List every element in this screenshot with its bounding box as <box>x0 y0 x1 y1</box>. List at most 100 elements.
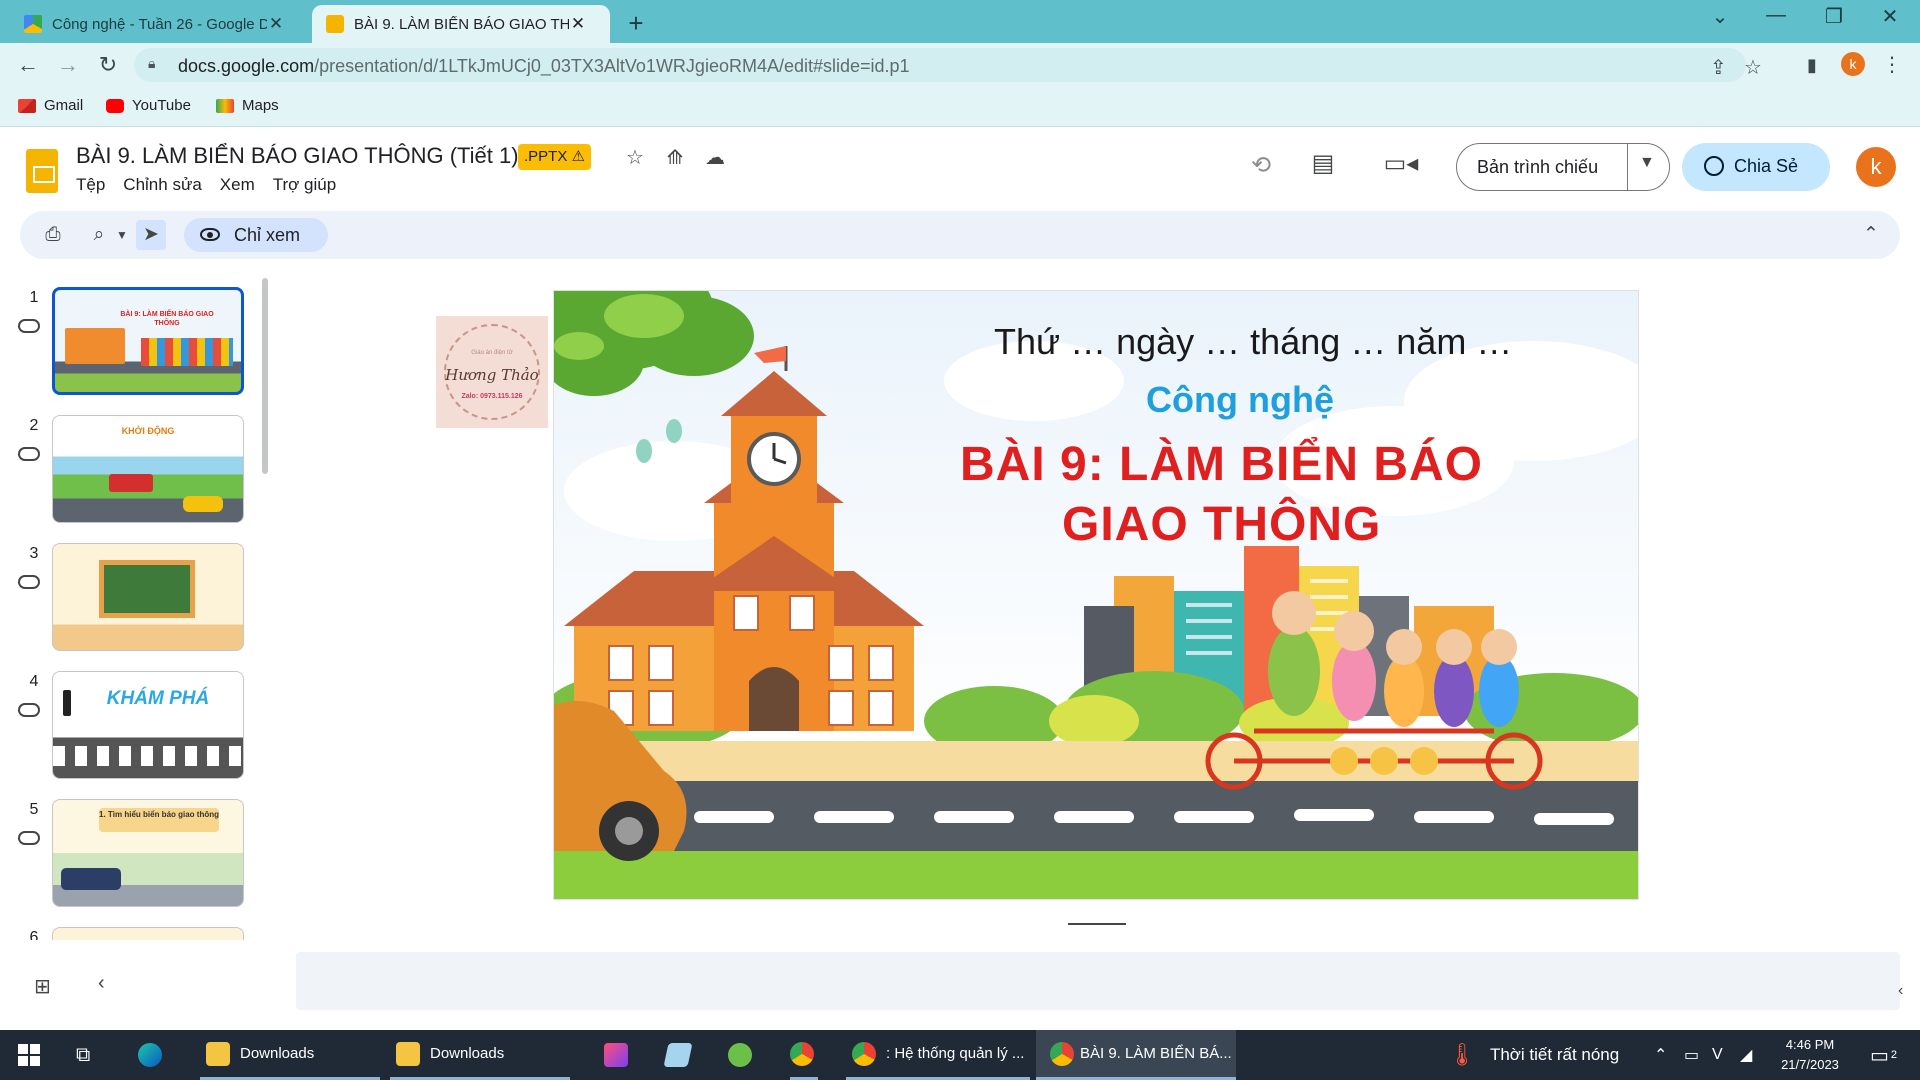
notifications-icon[interactable]: ▭ 2 <box>1870 1030 1897 1080</box>
close-tab-icon[interactable]: ✕ <box>267 14 285 34</box>
windows-taskbar: ⧉ Downloads Downloads : Hệ thống quản lý… <box>0 1030 1920 1080</box>
side-panel-icon[interactable]: ▮ <box>1796 49 1828 81</box>
folder-icon <box>396 1041 420 1066</box>
bookmark-maps[interactable]: Maps <box>216 97 279 114</box>
more-menu-icon[interactable]: ⋮ <box>1876 49 1908 81</box>
link-icon <box>18 319 40 333</box>
share-button[interactable]: Chia Sẻ <box>1682 143 1830 191</box>
bookmark-youtube[interactable]: YouTube <box>106 97 191 114</box>
taskbar-downloads-1[interactable]: Downloads <box>200 1030 380 1080</box>
pptx-format-badge[interactable]: .PPTX ⚠ <box>518 144 591 170</box>
browser-tab-strip: Công nghệ - Tuần 26 - Google Dr ✕ BÀI 9.… <box>0 0 1920 43</box>
new-tab-button[interactable]: + <box>620 8 652 39</box>
back-arrow-icon[interactable]: ← <box>12 49 44 81</box>
folder-icon <box>206 1041 230 1066</box>
link-icon <box>18 703 40 717</box>
gmail-icon <box>18 98 36 113</box>
collapse-filmstrip-icon[interactable]: ‹ <box>98 972 105 995</box>
version-history-icon[interactable]: ⟲ <box>1246 151 1276 180</box>
current-slide[interactable]: Thứ … ngày … tháng … năm … Công nghệ BÀI… <box>553 290 1639 900</box>
menu-help[interactable]: Trợ giúp <box>273 175 336 195</box>
star-icon[interactable]: ☆ <box>620 145 650 170</box>
filmstrip-slide-2[interactable]: 2 KHỞI ĐỘNG <box>0 403 270 531</box>
filmstrip-scrollbar[interactable] <box>262 278 268 474</box>
reload-icon[interactable]: ↻ <box>92 49 124 81</box>
slide-thumbnail[interactable] <box>52 543 244 651</box>
weather-widget[interactable]: 🌡︎ Thời tiết rất nóng <box>1448 1030 1619 1080</box>
network-icon[interactable]: ◢ <box>1740 1030 1752 1080</box>
slide-date-line: Thứ … ngày … tháng … năm … <box>994 321 1513 362</box>
slide-filmstrip: 1 BÀI 9: LÀM BIỂN BÁO GIAO THÔNG 2 KHỞI … <box>0 275 270 940</box>
slide-title-line-1: BÀI 9: LÀM BIỂN BÁO <box>960 438 1483 491</box>
bookmarks-bar: Gmail YouTube Maps <box>0 87 1920 127</box>
select-pointer-icon[interactable]: ➤ <box>136 220 166 250</box>
slide-thumbnail[interactable] <box>52 927 244 940</box>
close-tab-icon[interactable]: ✕ <box>569 14 587 34</box>
browser-profile-avatar[interactable]: k <box>1841 52 1865 76</box>
document-title[interactable]: BÀI 9. LÀM BIỂN BÁO GIAO THÔNG (Tiết 1) <box>76 143 519 169</box>
collapse-toolbar-icon[interactable]: ⌃ <box>1856 220 1886 250</box>
chrome-icon[interactable] <box>790 1030 818 1080</box>
menu-view[interactable]: Xem <box>220 175 255 195</box>
slide-thumbnail[interactable]: BÀI 9: LÀM BIỂN BÁO GIAO THÔNG <box>52 287 244 395</box>
restore-icon[interactable]: ❐ <box>1814 4 1854 29</box>
menu-bar: Tệp Chỉnh sửa Xem Trợ giúp <box>76 175 354 195</box>
filmstrip-slide-1[interactable]: 1 BÀI 9: LÀM BIỂN BÁO GIAO THÔNG <box>0 275 270 403</box>
system-clock[interactable]: 4:46 PM 21/7/2023 <box>1772 1035 1848 1075</box>
creative-cloud-icon[interactable] <box>604 1030 628 1080</box>
notes-app-icon[interactable] <box>663 1030 693 1080</box>
close-window-icon[interactable]: ✕ <box>1870 4 1910 29</box>
menu-edit[interactable]: Chỉnh sửa <box>123 175 201 195</box>
tab-bai-9-slides[interactable]: BÀI 9. LÀM BIỂN BÁO GIAO THÔN ✕ <box>312 5 610 43</box>
url-input[interactable]: 🔒︎ docs.google.com/presentation/d/1LTkJm… <box>134 48 1762 82</box>
battery-icon[interactable]: ▭ <box>1684 1030 1699 1080</box>
filmstrip-slide-5[interactable]: 5 1. Tìm hiểu biển báo giao thông <box>0 787 270 915</box>
zoom-caret-icon[interactable]: ▼ <box>114 220 130 250</box>
cloud-status-icon[interactable]: ☁ <box>700 145 730 170</box>
thermometer-icon: 🌡︎ <box>1448 1042 1476 1067</box>
tab-cong-nghe-drive[interactable]: Công nghệ - Tuần 26 - Google Dr ✕ <box>10 5 310 43</box>
input-method-icon[interactable]: V <box>1712 1030 1723 1080</box>
task-view-icon[interactable]: ⧉ <box>76 1030 90 1080</box>
windows-start-icon[interactable] <box>18 1030 42 1080</box>
slide-thumbnail[interactable]: KHỞI ĐỘNG <box>52 415 244 523</box>
taskbar-downloads-2[interactable]: Downloads <box>390 1030 570 1080</box>
eye-icon <box>200 228 220 241</box>
notes-resize-handle[interactable] <box>1068 923 1126 925</box>
move-to-drive-icon[interactable]: ⟰ <box>660 145 690 170</box>
grid-view-icon[interactable]: ⊞ <box>34 974 51 999</box>
slide-thumbnail[interactable]: KHÁM PHÁ <box>52 671 244 779</box>
expand-side-panel-icon[interactable]: ‹ <box>1898 982 1903 1000</box>
taskbar-chrome-he-thong[interactable]: : Hệ thống quản lý ... <box>846 1030 1030 1080</box>
menu-file[interactable]: Tệp <box>76 175 105 195</box>
tab-search-chevron-icon[interactable]: ⌄ <box>1700 4 1740 29</box>
view-only-chip[interactable]: Chỉ xem <box>184 218 328 252</box>
taskbar-chrome-bai-9[interactable]: BÀI 9. LÀM BIỂN BÁ... <box>1036 1030 1236 1080</box>
google-slides-icon <box>326 15 344 33</box>
slide-thumbnail[interactable]: 1. Tìm hiểu biển báo giao thông <box>52 799 244 907</box>
minimize-icon[interactable]: — <box>1756 4 1796 27</box>
editor-toolbar: ⎙ ⌕ ▼ ➤ Chỉ xem ⌃ <box>20 211 1900 259</box>
slides-logo-icon[interactable] <box>26 149 58 193</box>
filmstrip-slide-6[interactable]: 6 <box>0 915 270 940</box>
filmstrip-slide-3[interactable]: 3 <box>0 531 270 659</box>
address-bar-row: ← → ↻ 🔒︎ docs.google.com/presentation/d/… <box>0 43 1920 87</box>
account-avatar[interactable]: k <box>1856 147 1896 187</box>
slide-title-line-2: GIAO THÔNG <box>1062 498 1382 551</box>
meet-video-icon[interactable]: ▭◂ <box>1376 149 1426 178</box>
print-icon[interactable]: ⎙ <box>36 220 70 250</box>
bookmark-gmail[interactable]: Gmail <box>18 97 83 114</box>
google-drive-icon <box>24 15 42 33</box>
bookmark-star-icon[interactable]: ☆ <box>1744 55 1762 80</box>
present-button[interactable]: Bản trình chiếu ▼ <box>1456 143 1670 191</box>
zoom-icon[interactable]: ⌕ <box>82 220 116 250</box>
show-hidden-icons-chevron-icon[interactable]: ⌃ <box>1654 1030 1667 1080</box>
present-options-caret-icon[interactable]: ▼ <box>1639 154 1655 172</box>
speaker-notes-panel[interactable] <box>296 952 1900 1010</box>
share-page-icon[interactable]: ⇪ <box>1710 55 1727 80</box>
comments-icon[interactable]: ▤ <box>1308 149 1338 178</box>
green-app-icon[interactable] <box>728 1030 752 1080</box>
filmstrip-slide-4[interactable]: 4 KHÁM PHÁ <box>0 659 270 787</box>
edge-browser-icon[interactable] <box>138 1030 162 1080</box>
forward-arrow-icon[interactable]: → <box>52 49 84 81</box>
